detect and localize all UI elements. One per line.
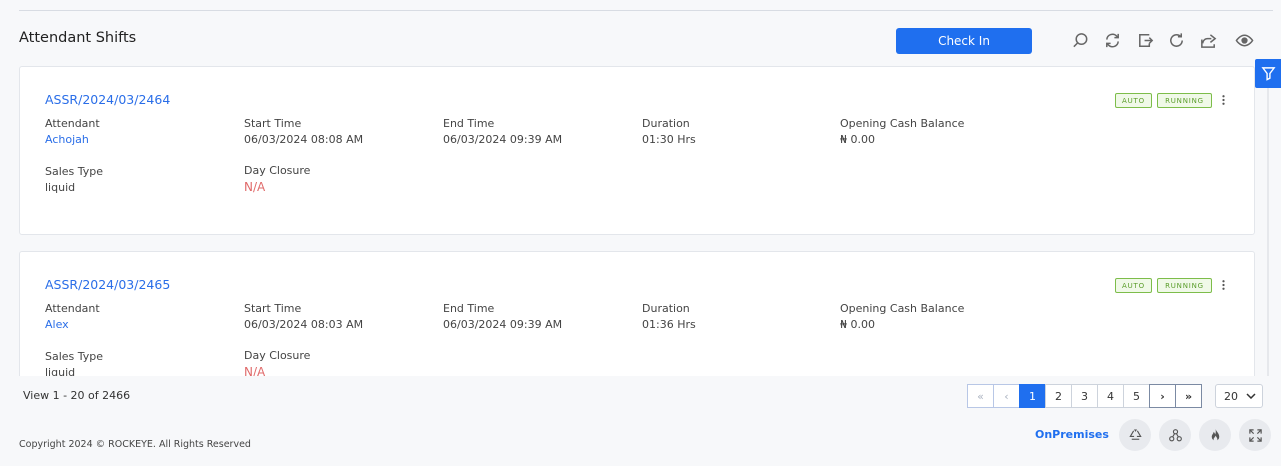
shift-list: ASSR/2024/03/2464 AUTO RUNNING Attendant…	[19, 66, 1256, 376]
day-closure-value: N/A	[244, 365, 266, 376]
shift-id-link[interactable]: ASSR/2024/03/2465	[45, 277, 170, 292]
filter-icon[interactable]	[1255, 59, 1281, 88]
eye-icon[interactable]	[1233, 29, 1255, 51]
fire-icon[interactable]	[1199, 419, 1231, 451]
end-time-label: End Time	[443, 117, 495, 130]
start-time-value: 06/03/2024 08:08 AM	[244, 133, 364, 146]
start-time-label: Start Time	[244, 117, 302, 130]
view-count: View 1 - 20 of 2466	[23, 389, 131, 402]
page-button-1[interactable]: 1	[1019, 384, 1046, 408]
pagination: « ‹ 1 2 3 4 5 › »	[967, 384, 1202, 408]
top-divider	[19, 10, 1273, 11]
duration-label: Duration	[642, 117, 690, 130]
auto-badge: AUTO	[1115, 93, 1152, 108]
running-badge: RUNNING	[1157, 93, 1212, 108]
day-closure-value: N/A	[244, 180, 266, 194]
page-button-2[interactable]: 2	[1045, 384, 1072, 408]
attendant-link[interactable]: Alex	[45, 318, 69, 331]
day-closure-label: Day Closure	[244, 164, 311, 177]
chevron-down-icon	[1246, 393, 1256, 399]
search-icon[interactable]	[1069, 29, 1091, 51]
duration-value: 01:30 Hrs	[642, 133, 696, 146]
scrollbar[interactable]	[1267, 88, 1269, 376]
page-button-4[interactable]: 4	[1097, 384, 1124, 408]
page-size-select[interactable]: 20	[1215, 384, 1263, 408]
day-closure-label: Day Closure	[244, 349, 311, 362]
sales-type-label: Sales Type	[45, 165, 104, 178]
opening-cash-value: ₦ 0.00	[840, 133, 875, 146]
end-time-label: End Time	[443, 302, 495, 315]
running-badge: RUNNING	[1157, 278, 1212, 293]
prev-page-button[interactable]: ‹	[993, 384, 1020, 408]
recycle-icon[interactable]	[1119, 419, 1151, 451]
opening-cash-value: ₦ 0.00	[840, 318, 875, 331]
opening-cash-label: Opening Cash Balance	[840, 302, 965, 315]
network-icon[interactable]	[1159, 419, 1191, 451]
sync-icon[interactable]	[1101, 29, 1123, 51]
last-page-button[interactable]: »	[1175, 384, 1202, 408]
copyright-text: Copyright 2024 © ROCKEYE. All Rights Res…	[19, 439, 251, 450]
end-time-value: 06/03/2024 09:39 AM	[443, 318, 563, 331]
duration-label: Duration	[642, 302, 690, 315]
next-page-button[interactable]: ›	[1149, 384, 1176, 408]
shift-id-link[interactable]: ASSR/2024/03/2464	[45, 92, 170, 107]
refresh-icon[interactable]	[1165, 29, 1187, 51]
page-button-5[interactable]: 5	[1123, 384, 1150, 408]
duration-value: 01:36 Hrs	[642, 318, 696, 331]
end-time-value: 06/03/2024 09:39 AM	[443, 133, 563, 146]
fullscreen-icon[interactable]	[1239, 419, 1271, 451]
shift-card: ASSR/2024/03/2465 AUTO RUNNING Attendant…	[19, 251, 1255, 376]
sales-type-value: liquid	[45, 366, 76, 376]
first-page-button[interactable]: «	[967, 384, 994, 408]
opening-cash-label: Opening Cash Balance	[840, 117, 965, 130]
attendant-label: Attendant	[45, 117, 100, 130]
sales-type-label: Sales Type	[45, 350, 104, 363]
page-size-value: 20	[1224, 389, 1238, 403]
deployment-mode-link[interactable]: OnPremises	[1035, 428, 1109, 441]
more-menu-icon[interactable]	[1217, 276, 1229, 294]
start-time-value: 06/03/2024 08:03 AM	[244, 318, 364, 331]
sales-type-value: liquid	[45, 181, 76, 194]
attendant-label: Attendant	[45, 302, 100, 315]
page-button-3[interactable]: 3	[1071, 384, 1098, 408]
shift-card: ASSR/2024/03/2464 AUTO RUNNING Attendant…	[19, 66, 1255, 235]
more-menu-icon[interactable]	[1217, 91, 1229, 109]
attendant-link[interactable]: Achojah	[45, 133, 89, 146]
share-icon[interactable]	[1197, 29, 1219, 51]
check-in-button[interactable]: Check In	[896, 28, 1032, 54]
auto-badge: AUTO	[1115, 278, 1152, 293]
export-icon[interactable]	[1134, 29, 1156, 51]
start-time-label: Start Time	[244, 302, 302, 315]
page-title: Attendant Shifts	[19, 30, 137, 46]
